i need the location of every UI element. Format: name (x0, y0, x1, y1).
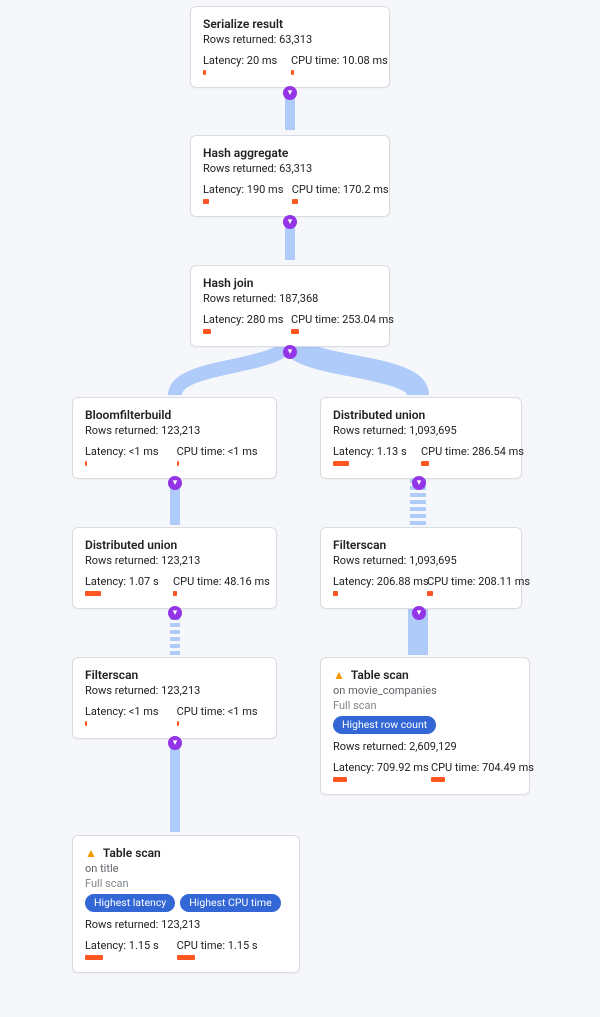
node-title: Bloomfilterbuild (85, 408, 171, 422)
latency-bar (203, 199, 263, 204)
rows-returned: Rows returned: 63,313 (203, 162, 377, 175)
latency-bar (85, 721, 145, 726)
rows-returned: Rows returned: 123,213 (85, 684, 264, 697)
badge: Highest latency (85, 894, 175, 912)
expand-icon[interactable] (412, 476, 426, 490)
rows-returned: Rows returned: 123,213 (85, 554, 264, 567)
latency-bar (333, 777, 393, 782)
latency-label: Latency: 1.15 s (85, 939, 159, 952)
node-title: Serialize result (203, 17, 283, 31)
node-hash-aggregate[interactable]: Hash aggregate Rows returned: 63,313 Lat… (190, 135, 390, 217)
latency-label: Latency: 280 ms (203, 313, 273, 326)
latency-bar (203, 70, 263, 75)
cpu-label: CPU time: 253.04 ms (291, 313, 377, 326)
latency-bar (333, 461, 393, 466)
expand-icon[interactable] (283, 215, 297, 229)
rows-returned: Rows returned: 123,213 (85, 424, 264, 437)
cpu-label: CPU time: 48.16 ms (173, 575, 264, 588)
expand-icon[interactable] (283, 345, 297, 359)
latency-bar (85, 461, 145, 466)
cpu-label: CPU time: 10.08 ms (291, 54, 377, 67)
expand-icon[interactable] (283, 86, 297, 100)
cpu-bar (431, 777, 491, 782)
badge-row: Highest latency Highest CPU time (85, 894, 287, 912)
cpu-label: CPU time: 1.15 s (177, 939, 258, 952)
cpu-bar (292, 199, 352, 204)
cpu-label: CPU time: 704.49 ms (431, 761, 517, 774)
node-filterscan-left[interactable]: Filterscan Rows returned: 123,213 Latenc… (72, 657, 277, 739)
expand-icon[interactable] (412, 606, 426, 620)
node-table-scan-title[interactable]: ▲ Table scan on title Full scan Highest … (72, 835, 300, 973)
node-distributed-union-right[interactable]: Distributed union Rows returned: 1,093,6… (320, 397, 522, 479)
cpu-bar (177, 955, 237, 960)
cpu-label: CPU time: 170.2 ms (292, 183, 377, 196)
cpu-label: CPU time: 208.11 ms (427, 575, 509, 588)
latency-label: Latency: 1.07 s (85, 575, 155, 588)
latency-bar (333, 591, 393, 596)
table-name: on title (85, 862, 287, 875)
node-title: Filterscan (85, 668, 138, 682)
rows-returned: Rows returned: 1,093,695 (333, 554, 509, 567)
cpu-label: CPU time: <1 ms (177, 705, 258, 718)
cpu-bar (421, 461, 481, 466)
cpu-bar (177, 721, 237, 726)
cpu-bar (291, 70, 351, 75)
latency-bar (85, 591, 145, 596)
latency-label: Latency: 709.92 ms (333, 761, 413, 774)
latency-label: Latency: <1 ms (85, 445, 159, 458)
latency-label: Latency: 1.13 s (333, 445, 403, 458)
badge-row: Highest row count (333, 716, 517, 734)
node-bloomfilterbuild[interactable]: Bloomfilterbuild Rows returned: 123,213 … (72, 397, 277, 479)
latency-label: Latency: 20 ms (203, 54, 273, 67)
cpu-bar (173, 591, 233, 596)
node-hash-join[interactable]: Hash join Rows returned: 187,368 Latency… (190, 265, 390, 347)
latency-bar (85, 955, 145, 960)
rows-returned: Rows returned: 63,313 (203, 33, 377, 46)
table-name: on movie_companies (333, 684, 517, 697)
node-title: Hash aggregate (203, 146, 288, 160)
expand-icon[interactable] (168, 476, 182, 490)
expand-icon[interactable] (168, 606, 182, 620)
cpu-bar (291, 329, 351, 334)
rows-returned: Rows returned: 2,609,129 (333, 740, 517, 753)
rows-returned: Rows returned: 187,368 (203, 292, 377, 305)
scan-type: Full scan (333, 699, 517, 712)
cpu-bar (177, 461, 237, 466)
rows-returned: Rows returned: 1,093,695 (333, 424, 509, 437)
badge: Highest CPU time (180, 894, 280, 912)
rows-returned: Rows returned: 123,213 (85, 918, 287, 931)
node-table-scan-movie-companies[interactable]: ▲ Table scan on movie_companies Full sca… (320, 657, 530, 795)
node-title: Distributed union (333, 408, 425, 422)
node-title: Distributed union (85, 538, 177, 552)
cpu-bar (427, 591, 487, 596)
warning-icon: ▲ (85, 847, 97, 859)
node-serialize-result[interactable]: Serialize result Rows returned: 63,313 L… (190, 6, 390, 88)
latency-label: Latency: 206.88 ms (333, 575, 409, 588)
warning-icon: ▲ (333, 669, 345, 681)
expand-icon[interactable] (168, 736, 182, 750)
node-title: Table scan (103, 846, 161, 860)
cpu-label: CPU time: <1 ms (177, 445, 258, 458)
badge: Highest row count (333, 716, 436, 734)
scan-type: Full scan (85, 877, 287, 890)
latency-label: Latency: <1 ms (85, 705, 159, 718)
node-title: Filterscan (333, 538, 386, 552)
latency-label: Latency: 190 ms (203, 183, 274, 196)
node-distributed-union-left[interactable]: Distributed union Rows returned: 123,213… (72, 527, 277, 609)
node-title: Hash join (203, 276, 253, 290)
node-filterscan-right[interactable]: Filterscan Rows returned: 1,093,695 Late… (320, 527, 522, 609)
latency-bar (203, 329, 263, 334)
node-title: Table scan (351, 668, 409, 682)
cpu-label: CPU time: 286.54 ms (421, 445, 509, 458)
